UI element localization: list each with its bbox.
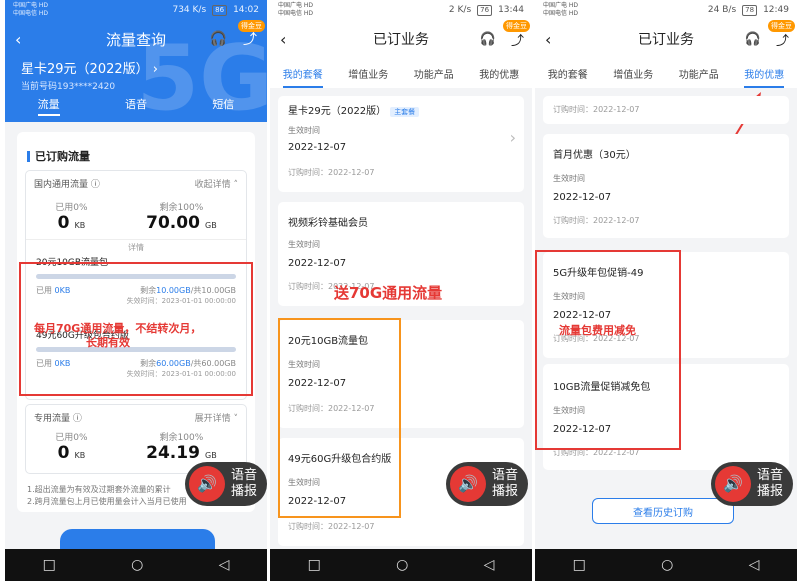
clock: 13:44 bbox=[498, 5, 524, 15]
domestic-remain-unit: GB bbox=[205, 221, 217, 230]
note-2: 2.跨月流量包上月已使用量会计入当月已使用 bbox=[27, 497, 187, 506]
speaker-icon: 🔊 bbox=[189, 466, 225, 502]
order-name: 星卡29元（2022版） bbox=[288, 106, 387, 117]
bottom-action-button[interactable] bbox=[60, 529, 215, 549]
tab-features[interactable]: 功能产品 bbox=[414, 66, 454, 81]
domestic-label: 国内通用流量 ⓘ bbox=[34, 180, 100, 190]
flow-card: 已订购流量 国内通用流量 ⓘ 收起详情 ˄ 已用0% 0 KB 剩余100% 70.… bbox=[17, 132, 255, 512]
voice-broadcast-button[interactable]: 🔊 语音 播报 bbox=[446, 462, 528, 506]
voice-broadcast-button[interactable]: 🔊 语音 播报 bbox=[711, 462, 793, 506]
header-area: 中国广电 HD 中国电信 HD 734 K/s 86 14:02 5G ‹ 流量查询 … bbox=[5, 0, 267, 131]
page-title: 流量查询 bbox=[105, 30, 166, 49]
tab-voice[interactable]: 语音 bbox=[125, 96, 147, 116]
recents-icon[interactable]: □ bbox=[573, 557, 586, 573]
order-time: 订购时间：2022-12-07 bbox=[553, 216, 640, 225]
section-title: 已订购流量 bbox=[35, 150, 90, 163]
special-used-value: 0 bbox=[57, 443, 70, 463]
battery: 86 bbox=[212, 4, 228, 16]
system-navbar: □ ○ ◁ bbox=[535, 549, 797, 581]
domestic-used-value: 0 bbox=[57, 213, 70, 233]
annotation-box-red bbox=[535, 250, 681, 450]
order-card-partial[interactable]: 订购时间：2022-12-07 bbox=[543, 96, 789, 124]
effective-date: 2022-12-07 bbox=[288, 258, 347, 269]
collapse-toggle[interactable]: 收起详情 ˄ bbox=[195, 177, 238, 190]
discount-name: 首月优惠（30元） bbox=[553, 150, 636, 161]
tab-my-plan[interactable]: 我的套餐 bbox=[282, 66, 323, 88]
nav-back-icon[interactable]: ◁ bbox=[219, 557, 230, 573]
special-remain-unit: GB bbox=[205, 451, 217, 460]
phone-discounts: 中国广电 HD 中国电信 HD 24 B/s 78 12:49 ‹ 已订业务 🎧 ⤴ … bbox=[535, 0, 797, 581]
effective-label: 生效时间 bbox=[553, 174, 585, 183]
clock: 14:02 bbox=[233, 5, 259, 15]
special-remain-value: 24.19 bbox=[146, 443, 200, 463]
nav-back-icon[interactable]: ◁ bbox=[484, 557, 495, 573]
history-orders-button[interactable]: 查看历史订购 bbox=[592, 498, 734, 524]
order-name: 视频彩铃基础会员 bbox=[288, 218, 368, 229]
page-title: 已订业务 bbox=[373, 32, 429, 48]
effective-date: 2022-12-07 bbox=[553, 192, 612, 203]
recents-icon[interactable]: □ bbox=[308, 557, 321, 573]
system-navbar: □ ○ ◁ bbox=[270, 549, 532, 581]
home-icon[interactable]: ○ bbox=[131, 557, 143, 573]
tab-discounts[interactable]: 我的优惠 bbox=[479, 66, 519, 81]
special-used-unit: KB bbox=[74, 451, 86, 460]
annotation-box-red bbox=[19, 262, 253, 396]
back-arrow-icon[interactable]: ‹ bbox=[280, 30, 286, 49]
status-bar: 中国广电 HD 中国电信 HD 2 K/s 76 13:44 bbox=[270, 0, 532, 20]
special-used-label: 已用0% bbox=[55, 433, 88, 443]
net-speed: 734 K/s bbox=[172, 5, 207, 15]
discount-card[interactable]: 首月优惠（30元） 生效时间 2022-12-07 订购时间：2022-12-0… bbox=[543, 134, 789, 238]
carrier-2: 中国电信 HD bbox=[13, 10, 49, 17]
domestic-used-unit: KB bbox=[74, 221, 86, 230]
nav-back-icon[interactable]: ◁ bbox=[749, 557, 760, 573]
special-remain-label: 剩余100% bbox=[159, 433, 204, 443]
chevron-right-icon: › bbox=[509, 128, 516, 147]
share-icon[interactable]: ⤴ bbox=[243, 29, 257, 49]
net-speed: 2 K/s bbox=[448, 5, 472, 15]
tab-value-added[interactable]: 增值业务 bbox=[348, 66, 388, 81]
section-marker bbox=[27, 150, 30, 162]
domestic-remain-value: 70.00 bbox=[146, 213, 200, 233]
system-navbar: □ ○ ◁ bbox=[5, 549, 267, 581]
coins-badge[interactable]: 得金豆 bbox=[503, 20, 530, 32]
carrier-1: 中国广电 HD bbox=[278, 2, 314, 9]
headset-icon[interactable]: 🎧 bbox=[210, 31, 227, 47]
effective-date: 2022-12-07 bbox=[288, 142, 347, 153]
annotation-gift: 送70G通用流量 bbox=[334, 284, 443, 302]
special-label: 专用流量 ⓘ bbox=[34, 414, 82, 424]
effective-label: 生效时间 bbox=[288, 240, 320, 249]
status-bar: 中国广电 HD 中国电信 HD 734 K/s 86 14:02 bbox=[5, 0, 267, 20]
domestic-remain-label: 剩余100% bbox=[159, 203, 204, 213]
speaker-icon: 🔊 bbox=[715, 466, 751, 502]
tab-sms[interactable]: 短信 bbox=[212, 96, 234, 116]
carrier-2: 中国电信 HD bbox=[278, 10, 314, 17]
order-time: 订购时间：2022-12-07 bbox=[288, 168, 375, 177]
plan-label: 星卡29元（2022版） bbox=[21, 62, 149, 77]
phone-orders: 中国广电 HD 中国电信 HD 2 K/s 76 13:44 ‹ 已订业务 🎧 ⤴ 得… bbox=[270, 0, 532, 581]
back-arrow-icon[interactable]: ‹ bbox=[15, 30, 21, 49]
coins-badge[interactable]: 得金豆 bbox=[238, 20, 265, 32]
headset-icon[interactable]: 🎧 bbox=[480, 32, 496, 47]
voice-broadcast-button[interactable]: 🔊 语音 播报 bbox=[185, 462, 267, 506]
home-icon[interactable]: ○ bbox=[661, 557, 673, 573]
battery: 76 bbox=[477, 4, 493, 16]
domestic-used-label: 已用0% bbox=[55, 203, 88, 213]
order-time: 订购时间：2022-12-07 bbox=[553, 105, 640, 114]
tab-data[interactable]: 流量 bbox=[37, 96, 60, 116]
main-plan-tag: 主套餐 bbox=[390, 107, 420, 117]
home-icon[interactable]: ○ bbox=[396, 557, 408, 573]
carrier-1: 中国广电 HD bbox=[13, 2, 49, 9]
annotation-box-orange bbox=[278, 318, 401, 518]
expand-toggle[interactable]: 展开详情 ˅ bbox=[195, 411, 238, 424]
recents-icon[interactable]: □ bbox=[43, 557, 56, 573]
order-card[interactable]: 星卡29元（2022版） 主套餐 生效时间 2022-12-07 订购时间：202… bbox=[278, 96, 524, 192]
share-icon[interactable]: ⤴ bbox=[511, 30, 524, 49]
detail-divider: 详情 bbox=[26, 239, 246, 253]
phone-flow-query: 中国广电 HD 中国电信 HD 734 K/s 86 14:02 5G ‹ 流量查询 … bbox=[5, 0, 267, 581]
speaker-icon: 🔊 bbox=[450, 466, 486, 502]
effective-label: 生效时间 bbox=[288, 126, 320, 135]
order-time: 订购时间：2022-12-07 bbox=[288, 522, 375, 531]
